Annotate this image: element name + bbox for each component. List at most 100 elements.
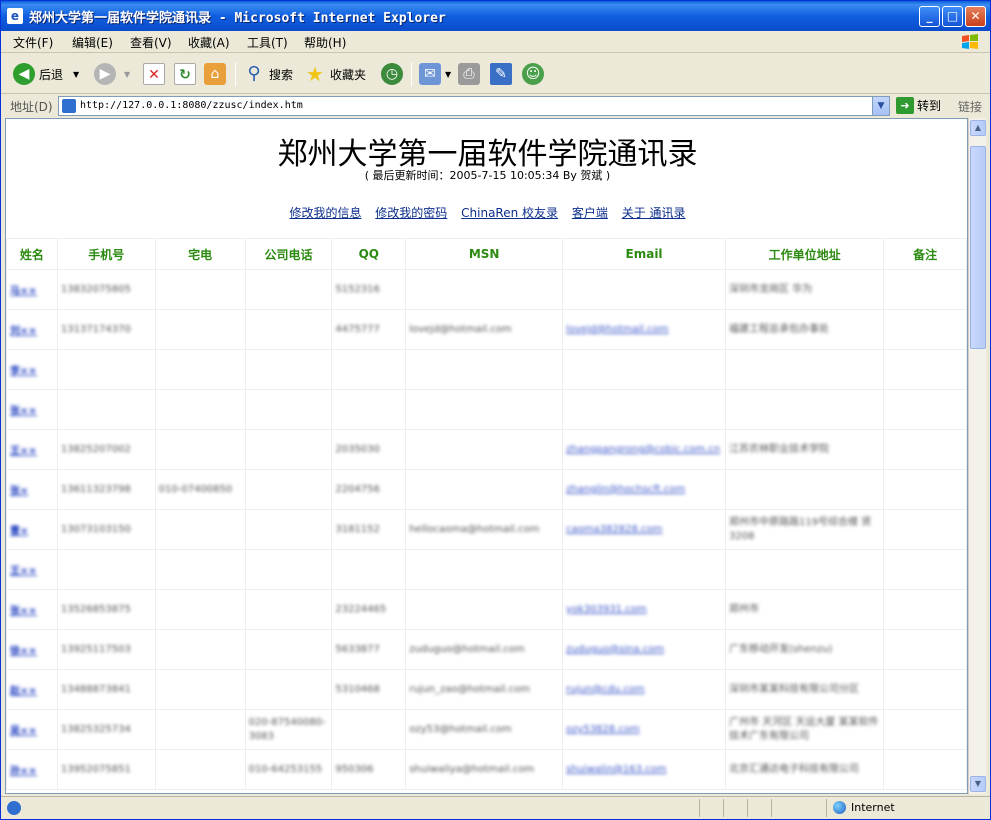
contact-name-link[interactable]: 赵×× bbox=[10, 686, 37, 697]
forward-dropdown-icon[interactable]: ▼ bbox=[124, 70, 130, 79]
contact-name-link[interactable]: 张× bbox=[10, 486, 28, 497]
cell-email[interactable]: yok303931.com bbox=[562, 589, 727, 630]
title-bar[interactable]: e 郑州大学第一届软件学院通讯录 - Microsoft Internet Ex… bbox=[1, 1, 990, 31]
cell-name[interactable]: 张×× bbox=[6, 389, 58, 430]
contact-name-link[interactable]: 李×× bbox=[10, 366, 37, 377]
menu-edit[interactable]: 编辑(E) bbox=[72, 34, 113, 51]
address-dropdown-icon[interactable]: ▼ bbox=[872, 97, 889, 115]
cell-work-address: 广东移动开发(shenzu) bbox=[725, 629, 885, 670]
cell-work-address bbox=[725, 469, 885, 510]
email-link[interactable]: caoma382828.com bbox=[566, 524, 662, 535]
cell-name[interactable]: 王×× bbox=[6, 549, 58, 590]
email-link[interactable]: lovejd@hotmail.com bbox=[566, 324, 668, 335]
stop-button[interactable]: ✕ bbox=[143, 61, 165, 87]
cell-name[interactable]: 张× bbox=[6, 469, 58, 510]
scroll-down-button[interactable]: ▼ bbox=[970, 776, 986, 792]
cell-name[interactable]: 曹× bbox=[6, 509, 58, 550]
link-chinaren[interactable]: ChinaRen 校友录 bbox=[461, 206, 558, 220]
link-change-password[interactable]: 修改我的密码 bbox=[375, 206, 447, 220]
back-arrow-icon: ◀ bbox=[13, 63, 35, 85]
cell-notes bbox=[883, 429, 967, 470]
cell-email[interactable]: caoma382828.com bbox=[562, 509, 727, 550]
email-link[interactable]: zhanglin@hochscft.com bbox=[566, 484, 685, 495]
link-client[interactable]: 客户端 bbox=[572, 206, 608, 220]
cell-email[interactable]: zhangpangrong@cobic.com.cn bbox=[562, 429, 727, 470]
address-input[interactable]: http://127.0.0.1:8080/zzusc/index.htm ▼ bbox=[58, 96, 890, 116]
cell-name[interactable]: 徐×× bbox=[6, 629, 58, 670]
contact-name-link[interactable]: 孙×× bbox=[10, 766, 37, 777]
cell-email[interactable]: zhanglin@hochscft.com bbox=[562, 469, 727, 510]
close-button[interactable]: ✕ bbox=[965, 6, 986, 27]
email-link[interactable]: yok303931.com bbox=[566, 604, 647, 615]
edit-button[interactable]: ✎ bbox=[490, 61, 512, 87]
table-row: 赵×× 13488873841 5310468 rujun_zao@hotmail.c… bbox=[6, 669, 967, 710]
contact-name-link[interactable]: 王×× bbox=[10, 566, 37, 577]
link-edit-info[interactable]: 修改我的信息 bbox=[289, 206, 361, 220]
email-link[interactable]: zuduguo@sina.com bbox=[566, 644, 664, 655]
cell-email[interactable]: shuiwalin@163.com bbox=[562, 749, 727, 790]
cell-value: ozy53@hotmail.com bbox=[409, 724, 512, 735]
cell-qq: 5310468 bbox=[331, 669, 407, 710]
cell-email[interactable]: ozy53828.com bbox=[562, 709, 727, 750]
contact-name-link[interactable]: 刘×× bbox=[10, 326, 37, 337]
messenger-button[interactable]: ☺ bbox=[522, 61, 544, 87]
cell-home-phone bbox=[154, 389, 246, 430]
cell-name[interactable]: 赵×× bbox=[6, 669, 58, 710]
cell-msn bbox=[405, 349, 564, 390]
print-button[interactable]: ⎙ bbox=[458, 61, 480, 87]
contact-name-link[interactable]: 张×× bbox=[10, 406, 37, 417]
cell-notes bbox=[883, 549, 967, 590]
vertical-scrollbar[interactable]: ▲ ▼ bbox=[968, 118, 986, 794]
scroll-up-button[interactable]: ▲ bbox=[970, 120, 986, 136]
cell-name[interactable]: 孙×× bbox=[6, 749, 58, 790]
email-link[interactable]: shuiwalin@163.com bbox=[566, 764, 667, 775]
scroll-thumb[interactable] bbox=[970, 146, 986, 349]
menu-favorites[interactable]: 收藏(A) bbox=[188, 34, 230, 51]
cell-name[interactable]: 张×× bbox=[6, 589, 58, 630]
go-button[interactable]: ➜ 转到 bbox=[896, 97, 941, 114]
menu-bar: 文件(F) 编辑(E) 查看(V) 收藏(A) 工具(T) 帮助(H) bbox=[1, 31, 990, 53]
mail-dropdown-icon[interactable]: ▼ bbox=[445, 70, 451, 79]
cell-name[interactable]: 李×× bbox=[6, 349, 58, 390]
links-button[interactable]: 链接 bbox=[958, 98, 982, 115]
messenger-icon: ☺ bbox=[522, 63, 544, 85]
refresh-button[interactable]: ↻ bbox=[174, 61, 196, 87]
contact-name-link[interactable]: 张×× bbox=[10, 606, 37, 617]
link-about[interactable]: 关于 通讯录 bbox=[622, 206, 686, 220]
cell-email[interactable]: lovejd@hotmail.com bbox=[562, 309, 727, 350]
menu-view[interactable]: 查看(V) bbox=[130, 34, 172, 51]
favorites-button[interactable]: ★ 收藏夹 bbox=[304, 61, 366, 87]
cell-name[interactable]: 吴×× bbox=[6, 709, 58, 750]
maximize-button[interactable]: □ bbox=[942, 6, 963, 27]
search-button[interactable]: ⚲ 搜索 bbox=[243, 61, 293, 87]
contact-name-link[interactable]: 曹× bbox=[10, 526, 28, 537]
go-label: 转到 bbox=[917, 99, 942, 113]
menu-file[interactable]: 文件(F) bbox=[13, 34, 53, 51]
home-button[interactable]: ⌂ bbox=[204, 61, 226, 87]
cell-name[interactable]: 王×× bbox=[6, 429, 58, 470]
mail-button[interactable]: ✉ ▼ bbox=[419, 61, 451, 87]
contact-name-link[interactable]: 王×× bbox=[10, 446, 37, 457]
menu-tools[interactable]: 工具(T) bbox=[247, 34, 288, 51]
history-button[interactable]: ◷ bbox=[381, 61, 403, 87]
email-link[interactable]: zhangpangrong@cobic.com.cn bbox=[566, 444, 720, 455]
contact-name-link[interactable]: 吴×× bbox=[10, 726, 37, 737]
email-link[interactable]: ozy53828.com bbox=[566, 724, 640, 735]
forward-button[interactable]: ▶ ▼ bbox=[94, 61, 130, 87]
menu-help[interactable]: 帮助(H) bbox=[304, 34, 346, 51]
minimize-button[interactable]: _ bbox=[919, 6, 940, 27]
page-content: 郑州大学第一届软件学院通讯录 ( 最后更新时间：2005-7-15 10:05:… bbox=[5, 118, 968, 794]
cell-email[interactable]: zuduguo@sina.com bbox=[562, 629, 727, 670]
contact-name-link[interactable]: 马×× bbox=[10, 286, 37, 297]
cell-office-phone bbox=[244, 549, 333, 590]
back-button[interactable]: ◀ 后退 ▼ bbox=[13, 61, 79, 87]
email-link[interactable]: rujun@cdu.com bbox=[566, 684, 645, 695]
cell-name[interactable]: 刘×× bbox=[6, 309, 58, 350]
contact-name-link[interactable]: 徐×× bbox=[10, 646, 37, 657]
cell-email[interactable]: rujun@cdu.com bbox=[562, 669, 727, 710]
address-url[interactable]: http://127.0.0.1:8080/zzusc/index.htm bbox=[80, 100, 303, 111]
cell-msn bbox=[405, 429, 564, 470]
page-status-icon bbox=[7, 801, 21, 815]
cell-name[interactable]: 马×× bbox=[6, 269, 58, 310]
back-dropdown-icon[interactable]: ▼ bbox=[73, 70, 79, 79]
